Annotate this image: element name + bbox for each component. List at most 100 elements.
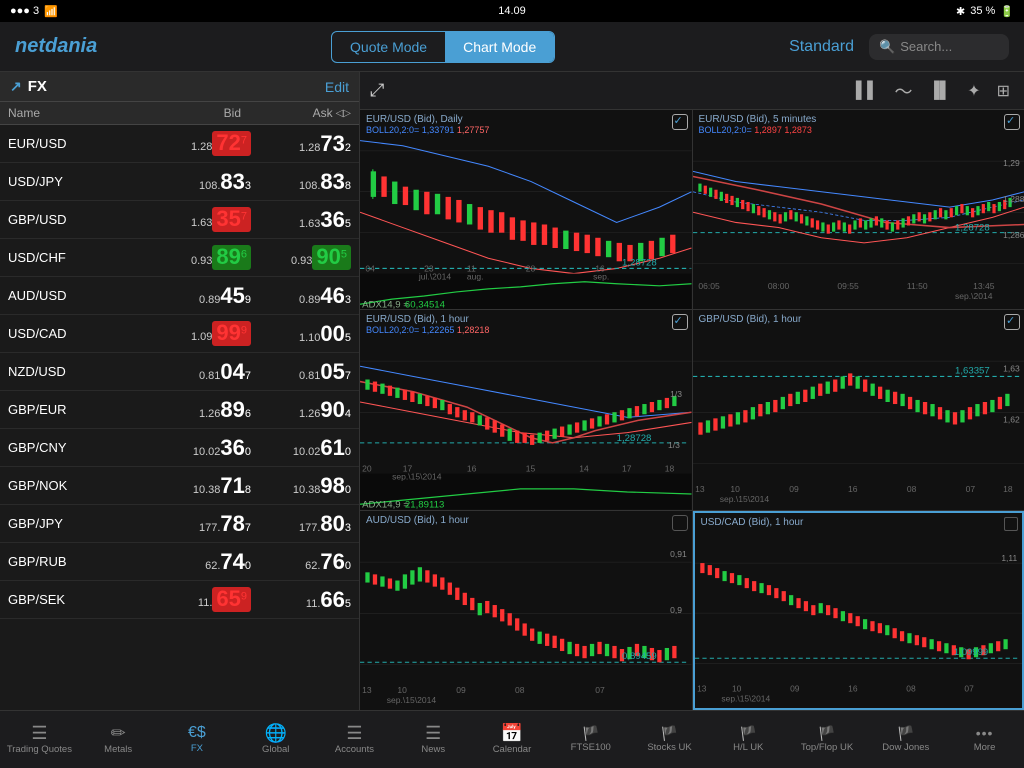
nav-dow-jones[interactable]: 🏴 Dow Jones bbox=[866, 711, 945, 768]
chart-svg: 1,28728 ADX14,9 = 21,89113 20 17 sep.\15… bbox=[360, 310, 692, 509]
nav-label: News bbox=[421, 744, 445, 755]
fx-row-usdjpy[interactable]: USD/JPY 108. 833 108. 838 bbox=[0, 163, 359, 201]
standard-label: Standard bbox=[789, 38, 854, 56]
chart-checkbox[interactable] bbox=[672, 314, 688, 330]
ask-price: 1.63 365 bbox=[251, 209, 351, 231]
fx-row-gbprub[interactable]: GBP/RUB 62. 740 62. 760 bbox=[0, 543, 359, 581]
svg-text:08: 08 bbox=[906, 684, 916, 693]
fx-row-eurusd[interactable]: EUR/USD 1.28 727 1.28 732 bbox=[0, 125, 359, 163]
chart-eurusd-1h[interactable]: EUR/USD (Bid), 1 hour BOLL20,2:0= 1,2226… bbox=[360, 310, 692, 509]
chart-checkbox[interactable] bbox=[672, 515, 688, 531]
bar-chart-icon[interactable]: ▌▌ bbox=[852, 78, 883, 104]
nav-metals[interactable]: ✏ Metals bbox=[79, 711, 158, 768]
fx-arrow-icon: ↗ bbox=[10, 78, 22, 95]
chart-gbpusd-1h[interactable]: GBP/USD (Bid), 1 hour bbox=[693, 310, 1024, 509]
fx-row-gbpcny[interactable]: GBP/CNY 10.02 360 10.02 610 bbox=[0, 429, 359, 467]
nav-hl-uk[interactable]: 🏴 H/L UK bbox=[709, 711, 788, 768]
svg-text:08: 08 bbox=[906, 484, 916, 494]
status-right: ✱ 35 % 🔋 bbox=[956, 5, 1014, 18]
nav-accounts[interactable]: ☰ Accounts bbox=[315, 711, 394, 768]
bid-price: 1.26 896 bbox=[151, 399, 251, 421]
chart-eurusd-5min[interactable]: EUR/USD (Bid), 5 minutes BOLL20,2:0= 1,2… bbox=[693, 110, 1024, 309]
ask-price: 1.10 005 bbox=[251, 323, 351, 345]
chart-mode-button[interactable]: Chart Mode bbox=[445, 32, 554, 62]
nav-trading-quotes[interactable]: ☰ Trading Quotes bbox=[0, 711, 79, 768]
svg-text:16: 16 bbox=[848, 484, 858, 494]
chart-svg: 1,28728 ADX14,9 = 60,34514 04 23 11 jul.… bbox=[360, 110, 692, 309]
expand-icon[interactable]: ⤢ bbox=[370, 80, 384, 101]
svg-text:sep.\15\2014: sep.\15\2014 bbox=[719, 495, 769, 505]
svg-text:1/3: 1/3 bbox=[668, 441, 680, 451]
chart-checkbox[interactable] bbox=[672, 114, 688, 130]
svg-text:1,11: 1,11 bbox=[1001, 554, 1017, 563]
fx-panel: ↗ FX Edit Name Bid Ask ◁▷ EUR/USD 1.28 7… bbox=[0, 72, 360, 710]
ask-price: 177. 803 bbox=[251, 513, 351, 535]
chart-usdcad-1h[interactable]: USD/CAD (Bid), 1 hour bbox=[693, 511, 1024, 710]
nav-ftse100[interactable]: 🏴 FTSE100 bbox=[551, 711, 630, 768]
svg-text:1/3: 1/3 bbox=[670, 389, 682, 399]
pair-name: USD/CAD bbox=[8, 326, 151, 341]
nav-label: Global bbox=[262, 744, 289, 755]
col-name: Name bbox=[8, 106, 151, 120]
bid-price: 0.93 896 bbox=[151, 245, 251, 270]
fx-row-gbpusd[interactable]: GBP/USD 1.63 357 1.63 365 bbox=[0, 201, 359, 239]
global-icon: 🌐 bbox=[264, 724, 286, 742]
nav-stocks-uk[interactable]: 🏴 Stocks UK bbox=[630, 711, 709, 768]
fx-row-gbpeur[interactable]: GBP/EUR 1.26 896 1.26 904 bbox=[0, 391, 359, 429]
bid-price: 1.28 727 bbox=[151, 131, 251, 156]
mode-switcher[interactable]: Quote Mode Chart Mode bbox=[331, 31, 555, 63]
quote-mode-button[interactable]: Quote Mode bbox=[332, 32, 445, 62]
signal-dots: ●●● 3 bbox=[10, 5, 39, 17]
svg-text:17: 17 bbox=[622, 464, 632, 474]
ask-price: 1.28 732 bbox=[251, 133, 351, 155]
fx-row-gbpnok[interactable]: GBP/NOK 10.38 718 10.38 980 bbox=[0, 467, 359, 505]
svg-text:18: 18 bbox=[665, 464, 675, 474]
fx-row-gbpsek[interactable]: GBP/SEK 11. 659 11. 665 bbox=[0, 581, 359, 619]
fx-row-usdchf[interactable]: USD/CHF 0.93 896 0.93 905 bbox=[0, 239, 359, 277]
line-chart-icon[interactable]: 〜 bbox=[891, 74, 917, 108]
chart-checkbox[interactable] bbox=[1004, 517, 1018, 531]
bid-price: 10.38 718 bbox=[151, 475, 251, 497]
pair-name: GBP/EUR bbox=[8, 402, 151, 417]
nav-global[interactable]: 🌐 Global bbox=[236, 711, 315, 768]
chart-eurusd-daily[interactable]: EUR/USD (Bid), Daily BOLL20,2:0= 1,33791… bbox=[360, 110, 692, 309]
nav-label: FX bbox=[191, 743, 203, 754]
pin-icon[interactable]: ✦ bbox=[963, 77, 984, 105]
logo: netdania bbox=[15, 35, 97, 58]
svg-text:11:50: 11:50 bbox=[906, 281, 927, 291]
svg-text:21,89113: 21,89113 bbox=[405, 499, 444, 510]
nav-fx[interactable]: €$ FX bbox=[158, 711, 237, 768]
svg-text:0,9: 0,9 bbox=[670, 605, 682, 615]
metals-icon: ✏ bbox=[111, 724, 126, 742]
battery-label: 35 % bbox=[970, 5, 995, 17]
main-content: ↗ FX Edit Name Bid Ask ◁▷ EUR/USD 1.28 7… bbox=[0, 72, 1024, 710]
chart-checkbox[interactable] bbox=[1004, 314, 1020, 330]
nav-label: Metals bbox=[104, 744, 132, 755]
fx-row-nzdusd[interactable]: NZD/USD 0.81 047 0.81 057 bbox=[0, 353, 359, 391]
svg-text:07: 07 bbox=[595, 685, 605, 695]
chart-checkbox[interactable] bbox=[1004, 114, 1020, 130]
pair-name: USD/JPY bbox=[8, 174, 151, 189]
chart-audusd-1h[interactable]: AUD/USD (Bid), 1 hour bbox=[360, 511, 692, 710]
nav-more[interactable]: ••• More bbox=[945, 711, 1024, 768]
grid-icon[interactable]: ⊞ bbox=[993, 77, 1014, 105]
wifi-icon: 📶 bbox=[44, 5, 58, 18]
nav-news[interactable]: ☰ News bbox=[394, 711, 473, 768]
charts-panel: ⤢ ▌▌ 〜 ▐▌ ✦ ⊞ EUR/USD (Bid), Daily BOLL2… bbox=[360, 72, 1024, 710]
nav-top-flop-uk[interactable]: 🏴 Top/Flop UK bbox=[788, 711, 867, 768]
fx-row-audusd[interactable]: AUD/USD 0.89 459 0.89 463 bbox=[0, 277, 359, 315]
svg-text:20: 20 bbox=[362, 464, 372, 474]
search-box[interactable]: 🔍 Search... bbox=[869, 34, 1009, 60]
candle-chart-icon[interactable]: ▐▌ bbox=[925, 78, 956, 104]
status-left: ●●● 3 📶 bbox=[10, 5, 58, 18]
nav-calendar[interactable]: 📅 Calendar bbox=[473, 711, 552, 768]
svg-text:0,91: 0,91 bbox=[670, 549, 687, 559]
bottom-nav: ☰ Trading Quotes ✏ Metals €$ FX 🌐 Global… bbox=[0, 710, 1024, 768]
fx-row-usdcad[interactable]: USD/CAD 1.09 999 1.10 005 bbox=[0, 315, 359, 353]
nav-label: Trading Quotes bbox=[7, 744, 72, 755]
svg-text:09: 09 bbox=[789, 484, 799, 494]
fx-edit-button[interactable]: Edit bbox=[325, 79, 349, 95]
svg-text:09:55: 09:55 bbox=[837, 281, 859, 291]
pair-name: GBP/SEK bbox=[8, 592, 151, 607]
fx-row-gbpjpy[interactable]: GBP/JPY 177. 787 177. 803 bbox=[0, 505, 359, 543]
